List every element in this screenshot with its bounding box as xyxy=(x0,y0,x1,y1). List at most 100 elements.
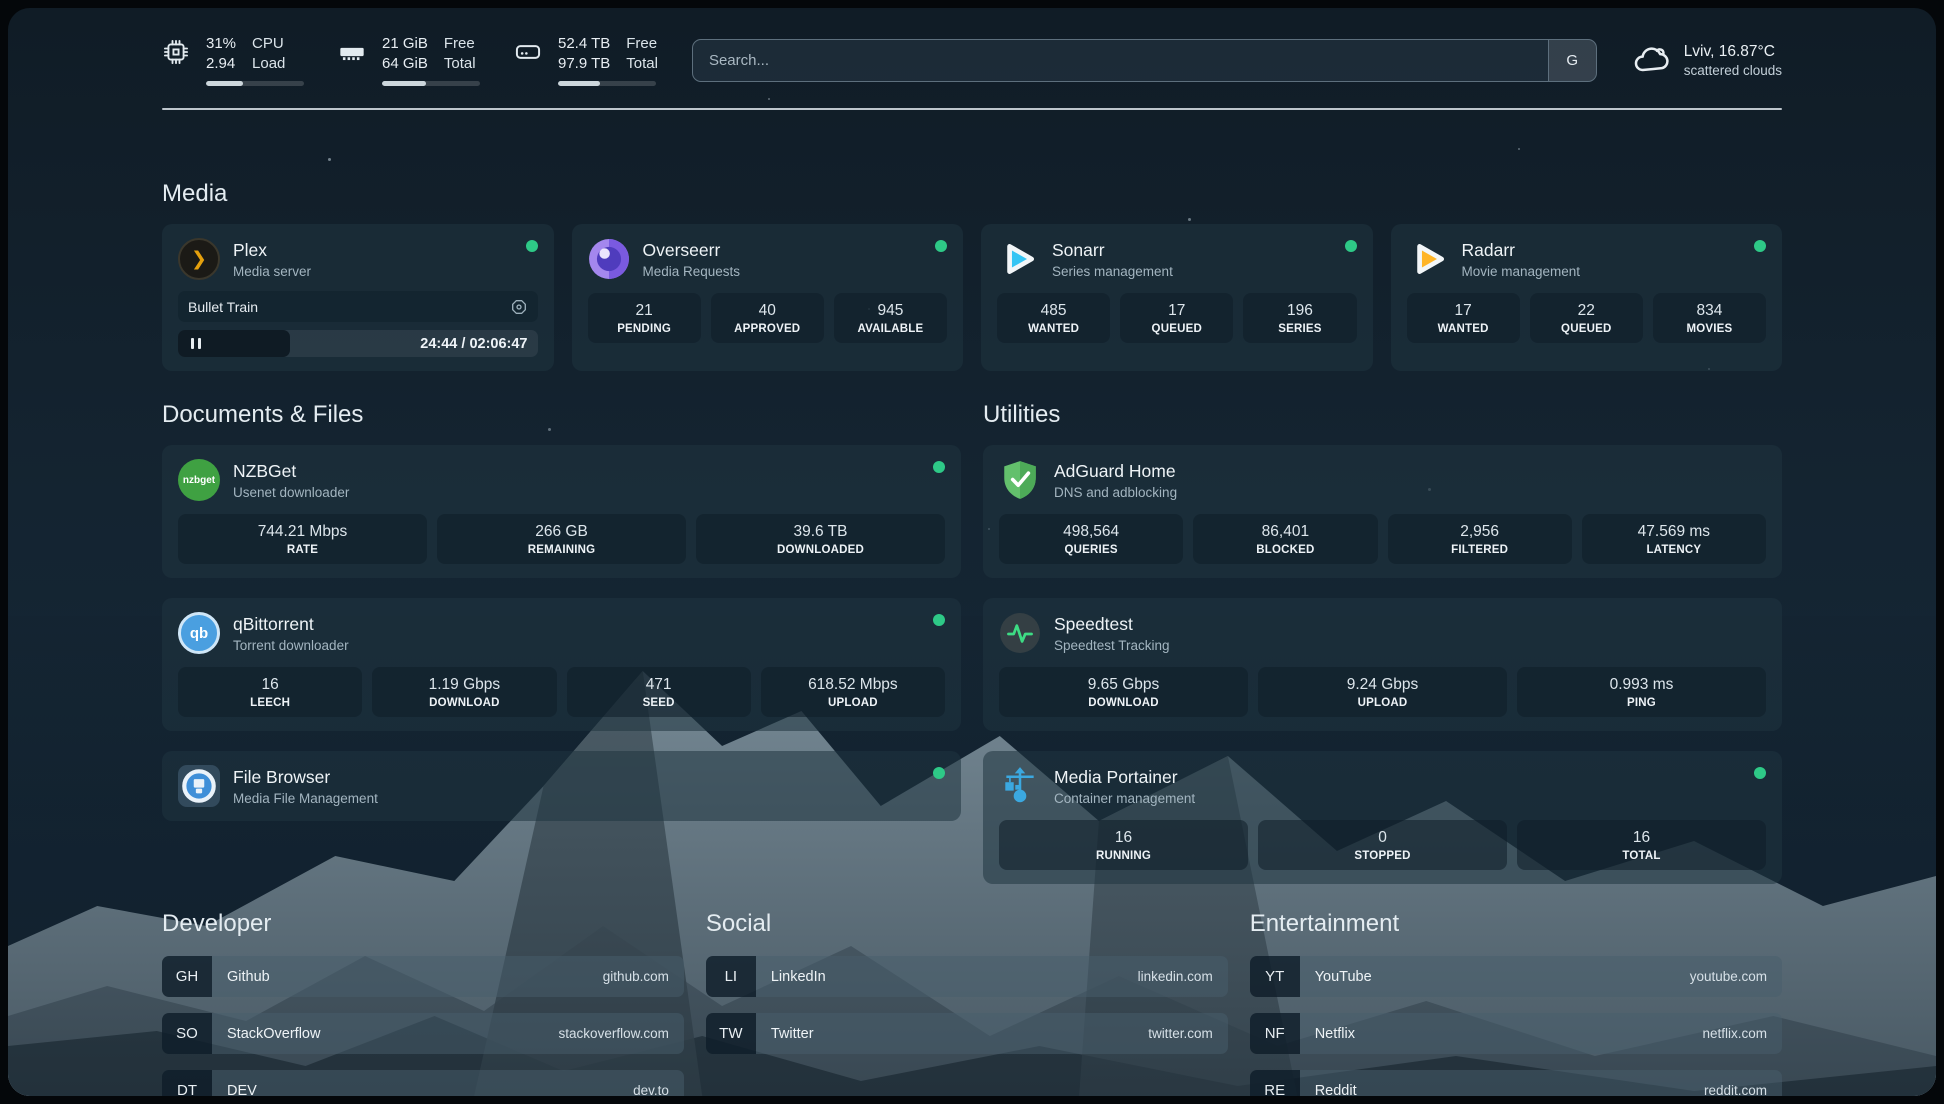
stat-value: 39.6 TB xyxy=(700,523,941,541)
bookmark-netflix[interactable]: NF Netflix netflix.com xyxy=(1250,1013,1782,1054)
bookmark-name: Netflix xyxy=(1315,1026,1355,1042)
stat-value: 834 xyxy=(1657,302,1762,320)
search-provider-button[interactable]: G xyxy=(1548,40,1596,81)
cpu-widget: 31% 2.94 CPU Load xyxy=(162,34,304,86)
cloud-icon xyxy=(1631,40,1671,80)
sonarr-icon xyxy=(997,238,1039,280)
stat-label: MOVIES xyxy=(1657,323,1762,335)
stat-value: 9.65 Gbps xyxy=(1003,676,1244,694)
bookmark-abbr: TW xyxy=(706,1013,756,1054)
stat-label: AVAILABLE xyxy=(838,323,943,335)
radarr-card[interactable]: Radarr Movie management 17 WANTED 22 QUE… xyxy=(1391,224,1783,371)
disk-free-label: Free xyxy=(626,34,658,54)
stat-box: 0.993 ms PING xyxy=(1517,667,1766,717)
service-subtitle: Usenet downloader xyxy=(233,485,349,500)
stat-label: WANTED xyxy=(1411,323,1516,335)
bookmark-dev[interactable]: DT DEV dev.to xyxy=(162,1070,684,1096)
service-subtitle: Torrent downloader xyxy=(233,638,349,653)
developer-bookmarks: Developer GH Github github.com SO StackO… xyxy=(162,910,684,1096)
service-name: Radarr xyxy=(1462,240,1581,261)
stat-box: 9.24 Gbps UPLOAD xyxy=(1258,667,1507,717)
stat-box: 17 QUEUED xyxy=(1120,293,1233,343)
stat-box: 21 PENDING xyxy=(588,293,701,343)
stat-value: 471 xyxy=(571,676,747,694)
bookmark-stackoverflow[interactable]: SO StackOverflow stackoverflow.com xyxy=(162,1013,684,1054)
stat-box: 0 STOPPED xyxy=(1258,820,1507,870)
stat-label: SERIES xyxy=(1247,323,1352,335)
stat-label: FILTERED xyxy=(1392,544,1568,556)
bookmark-linkedin[interactable]: LI LinkedIn linkedin.com xyxy=(706,956,1228,997)
filebrowser-card[interactable]: File Browser Media File Management xyxy=(162,751,961,821)
stat-value: 498,564 xyxy=(1003,523,1179,541)
qbittorrent-card[interactable]: qb qBittorrent Torrent downloader 16 LEE… xyxy=(162,598,961,731)
topbar-divider xyxy=(162,108,1782,110)
bookmark-name: Github xyxy=(227,969,270,985)
bookmark-abbr: NF xyxy=(1250,1013,1300,1054)
service-subtitle: DNS and adblocking xyxy=(1054,485,1177,500)
memory-usage-bar xyxy=(382,81,480,86)
bookmark-github[interactable]: GH Github github.com xyxy=(162,956,684,997)
bookmark-abbr: GH xyxy=(162,956,212,997)
bookmark-name: Twitter xyxy=(771,1026,814,1042)
bookmark-youtube[interactable]: YT YouTube youtube.com xyxy=(1250,956,1782,997)
stat-value: 9.24 Gbps xyxy=(1262,676,1503,694)
bookmark-url: youtube.com xyxy=(1690,969,1767,984)
stat-box: 485 WANTED xyxy=(997,293,1110,343)
plex-card[interactable]: ❯ Plex Media server Bullet Train xyxy=(162,224,554,371)
stat-value: 17 xyxy=(1411,302,1516,320)
now-playing-row: Bullet Train xyxy=(178,291,538,322)
stat-label: LATENCY xyxy=(1586,544,1762,556)
stat-box: 618.52 Mbps UPLOAD xyxy=(761,667,945,717)
stat-box: 2,956 FILTERED xyxy=(1388,514,1572,564)
stat-box: 945 AVAILABLE xyxy=(834,293,947,343)
stat-label: SEED xyxy=(571,697,747,709)
nzbget-card[interactable]: nzbget NZBGet Usenet downloader 744.21 M… xyxy=(162,445,961,578)
sonarr-card[interactable]: Sonarr Series management 485 WANTED 17 Q… xyxy=(981,224,1373,371)
stat-label: DOWNLOADED xyxy=(700,544,941,556)
bookmark-url: twitter.com xyxy=(1148,1026,1213,1041)
disk-total-value: 97.9 TB xyxy=(558,54,610,74)
weather-condition: scattered clouds xyxy=(1684,63,1782,78)
stat-box: 834 MOVIES xyxy=(1653,293,1766,343)
weather-location-temp: Lviv, 16.87°C xyxy=(1684,43,1782,61)
stat-value: 22 xyxy=(1534,302,1639,320)
cpu-usage-bar xyxy=(206,81,304,86)
service-subtitle: Media Requests xyxy=(643,264,741,279)
bookmark-url: linkedin.com xyxy=(1138,969,1213,984)
memory-free-value: 21 GiB xyxy=(382,34,428,54)
bookmark-name: Reddit xyxy=(1315,1083,1357,1097)
service-name: Plex xyxy=(233,240,311,261)
stat-box: 266 GB REMAINING xyxy=(437,514,686,564)
stat-box: 1.19 Gbps DOWNLOAD xyxy=(372,667,556,717)
section-title-documents: Documents & Files xyxy=(162,401,961,429)
bookmark-reddit[interactable]: RE Reddit reddit.com xyxy=(1250,1070,1782,1096)
portainer-card[interactable]: Media Portainer Container management 16 … xyxy=(983,751,1782,884)
adguard-card[interactable]: AdGuard Home DNS and adblocking 498,564 … xyxy=(983,445,1782,578)
status-dot xyxy=(1345,240,1357,252)
bookmark-abbr: DT xyxy=(162,1070,212,1096)
bookmark-url: stackoverflow.com xyxy=(559,1026,669,1041)
service-name: Media Portainer xyxy=(1054,767,1195,788)
service-subtitle: Speedtest Tracking xyxy=(1054,638,1170,653)
plex-icon: ❯ xyxy=(178,238,220,280)
stat-box: 40 APPROVED xyxy=(711,293,824,343)
search-bar[interactable]: G xyxy=(692,39,1597,82)
section-title-developer: Developer xyxy=(162,910,684,938)
stat-label: UPLOAD xyxy=(765,697,941,709)
status-dot xyxy=(933,461,945,473)
status-dot xyxy=(933,767,945,779)
social-bookmarks: Social LI LinkedIn linkedin.com TW Twitt… xyxy=(706,910,1228,1096)
stat-label: RATE xyxy=(182,544,423,556)
service-name: Sonarr xyxy=(1052,240,1173,261)
overseerr-card[interactable]: Overseerr Media Requests 21 PENDING 40 A… xyxy=(572,224,964,371)
bookmark-twitter[interactable]: TW Twitter twitter.com xyxy=(706,1013,1228,1054)
radarr-icon xyxy=(1407,238,1449,280)
disk-widget: 52.4 TB 97.9 TB Free Total xyxy=(514,34,658,86)
speedtest-card[interactable]: Speedtest Speedtest Tracking 9.65 Gbps D… xyxy=(983,598,1782,731)
search-input[interactable] xyxy=(693,40,1548,81)
service-name: qBittorrent xyxy=(233,614,349,635)
disk-usage-bar xyxy=(558,81,656,86)
memory-total-label: Total xyxy=(444,54,476,74)
pause-button[interactable] xyxy=(178,330,290,357)
status-dot xyxy=(933,614,945,626)
